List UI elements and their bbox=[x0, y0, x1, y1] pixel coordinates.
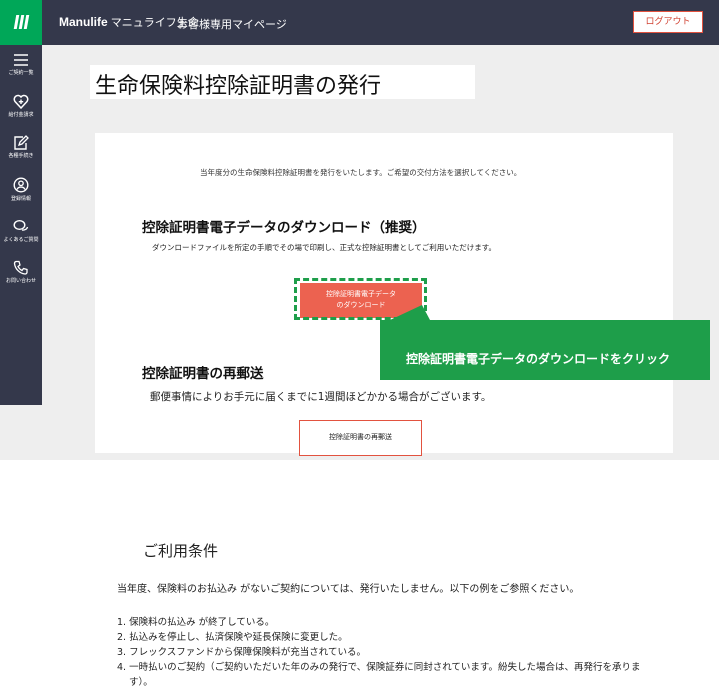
sidebar-item-label: よくあるご質問 bbox=[3, 237, 39, 243]
phone-icon bbox=[13, 260, 28, 275]
sidebar-item-label: 各種手続き bbox=[8, 153, 34, 159]
list-item-continuation: す）。 bbox=[129, 677, 153, 688]
download-section-title: 控除証明書電子データのダウンロード（推奨） bbox=[142, 220, 426, 236]
brand-name-en: Manulife bbox=[59, 15, 108, 29]
person-icon bbox=[13, 177, 29, 193]
heart-plus-icon bbox=[13, 94, 29, 109]
sidebar: ご契約一覧 給付金請求 各種手続き 登録情報 よくあるご質問 お問い合わせ bbox=[0, 45, 42, 405]
sidebar-item-label: ご契約一覧 bbox=[8, 70, 34, 76]
callout-text: 控除証明書電子データのダウンロードをクリック bbox=[406, 352, 671, 366]
edit-icon bbox=[14, 135, 29, 150]
list-item: 4. 一時払いのご契約（ご契約いただいた年のみの発行で、保険証券に同封されていま… bbox=[117, 662, 641, 673]
sidebar-item-contact[interactable]: お問い合わせ bbox=[0, 260, 42, 284]
sidebar-item-faq[interactable]: よくあるご質問 bbox=[0, 219, 42, 243]
sidebar-item-label: 給付金請求 bbox=[8, 112, 34, 118]
sidebar-item-label: お問い合わせ bbox=[5, 278, 36, 284]
list-item: 2. 払込みを停止し、払済保険や延長保険に変更した。 bbox=[117, 632, 348, 643]
sidebar-item-label: 登録情報 bbox=[10, 196, 31, 202]
manulife-logo[interactable] bbox=[0, 0, 42, 45]
terms-intro: 当年度、保険料のお払込み がないご契約については、発行いたしません。以下の例をご… bbox=[117, 584, 580, 595]
list-item: 3. フレックスファンドから保障保険料が充当されている。 bbox=[117, 647, 367, 658]
callout-box bbox=[380, 305, 710, 380]
remail-section-description: 郵便事情によりお手元に届くまでに1週間ほどかかる場合がございます。 bbox=[150, 391, 492, 403]
logout-button[interactable]: ログアウト bbox=[633, 11, 703, 33]
header-bar: Manulife マニュライフ生命 お客様専用マイページ ログアウト bbox=[0, 0, 719, 45]
terms-title: ご利用条件 bbox=[143, 542, 219, 560]
sidebar-item-benefit-claim[interactable]: 給付金請求 bbox=[0, 94, 42, 118]
site-title: お客様専用マイページ bbox=[177, 18, 287, 31]
chat-icon bbox=[13, 219, 29, 231]
list-icon bbox=[14, 54, 28, 66]
sidebar-item-registration[interactable]: 登録情報 bbox=[0, 177, 42, 202]
sidebar-item-contract-list[interactable]: ご契約一覧 bbox=[0, 53, 42, 76]
sidebar-item-procedures[interactable]: 各種手続き bbox=[0, 135, 42, 159]
remail-certificate-button[interactable]: 控除証明書の再郵送 bbox=[299, 420, 422, 456]
terms-list: 1. 保険料の払込み が終了している。 2. 払込みを停止し、払済保険や延長保険… bbox=[117, 615, 640, 690]
logo-bars-icon bbox=[13, 15, 30, 29]
intro-text: 当年度分の生命保険料控除証明書を発行をいたします。ご希望の交付方法を選択してくだ… bbox=[200, 168, 522, 177]
download-section-description: ダウンロードファイルを所定の手順でその場で印刷し、正式な控除証明書としてご利用い… bbox=[152, 243, 497, 252]
remail-section-title: 控除証明書の再郵送 bbox=[142, 366, 264, 382]
page-title: 生命保険料控除証明書の発行 bbox=[95, 74, 382, 99]
list-item: 1. 保険料の払込み が終了している。 bbox=[117, 617, 275, 628]
